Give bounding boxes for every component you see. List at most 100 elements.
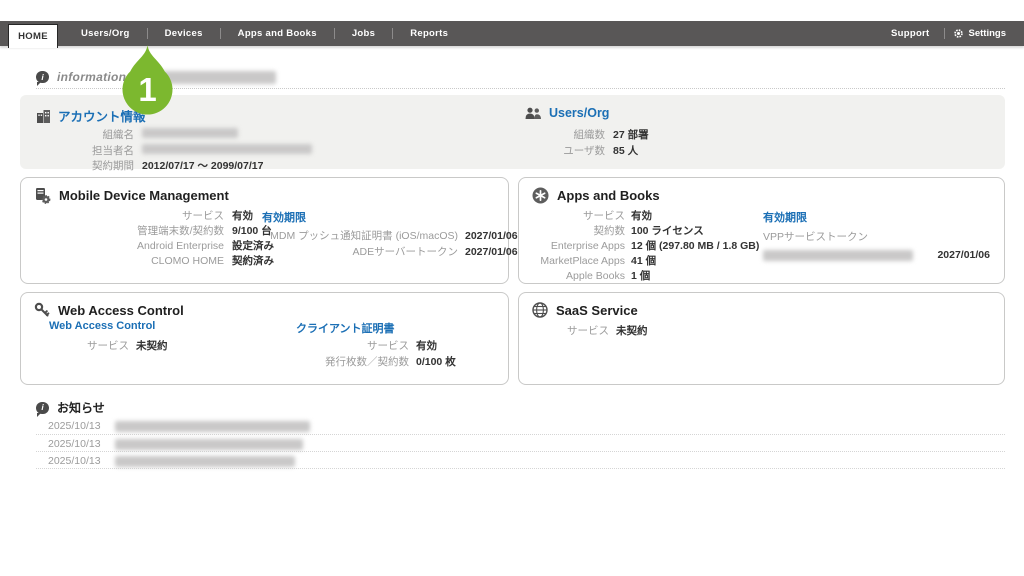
field-value: 未契約 bbox=[136, 339, 168, 355]
nav-right-group: Support Settings bbox=[877, 21, 1014, 46]
buildings-icon bbox=[36, 109, 51, 123]
wac-card-title: Web Access Control bbox=[34, 302, 184, 318]
field-value: 2012/07/17 ～ 2099/07/17 bbox=[142, 159, 312, 175]
wac-sub-link[interactable]: Web Access Control bbox=[49, 320, 155, 332]
tab-devices[interactable]: Devices bbox=[148, 21, 220, 46]
mdm-expiry-link[interactable]: 有効期限 bbox=[262, 209, 518, 225]
nav-tabs: Users/Org Devices Apps and Books Jobs Re… bbox=[64, 21, 465, 46]
field-label: サービス bbox=[533, 209, 625, 224]
settings-label: Settings bbox=[969, 28, 1006, 39]
mdm-title-text: Mobile Device Management bbox=[59, 188, 229, 203]
expiry-date: 2027/01/06 bbox=[465, 229, 518, 245]
field-value: 1 個 bbox=[631, 269, 759, 284]
tab-apps-and-books[interactable]: Apps and Books bbox=[221, 21, 334, 46]
expiry-label: ADEサーバートークン bbox=[262, 245, 458, 261]
information-title: information bbox=[57, 70, 126, 84]
field-value: 27 部署 bbox=[613, 128, 649, 144]
field-label: 契約期間 bbox=[50, 159, 134, 175]
notice-row[interactable]: 2025/10/13 bbox=[36, 435, 1005, 452]
clomo-home-page: Users/Org Devices Apps and Books Jobs Re… bbox=[0, 0, 1024, 576]
field-label: 組織数 bbox=[545, 128, 605, 144]
users-org-link[interactable]: Users/Org bbox=[525, 106, 609, 120]
field-label: サービス bbox=[533, 324, 609, 340]
tab-reports[interactable]: Reports bbox=[393, 21, 465, 46]
users-org-fields: 組織数 27 部署 ユーザ数 85 人 bbox=[545, 128, 649, 159]
step-marker-1: 1 bbox=[119, 44, 176, 123]
information-divider bbox=[36, 88, 1005, 89]
field-label: ユーザ数 bbox=[545, 144, 605, 160]
saas-title-text: SaaS Service bbox=[556, 303, 638, 318]
mdm-device-gear-icon bbox=[34, 187, 51, 204]
support-link[interactable]: Support bbox=[877, 21, 944, 46]
tab-users-org[interactable]: Users/Org bbox=[64, 21, 147, 46]
field-value: 有効 bbox=[631, 209, 759, 224]
client-cert-link[interactable]: クライアント証明書 bbox=[296, 320, 395, 336]
tab-jobs[interactable]: Jobs bbox=[335, 21, 392, 46]
saas-fields: サービス 未契約 bbox=[533, 324, 648, 340]
wac-right-fields: サービス 有効 発行枚数／契約数 0/100 枚 bbox=[296, 339, 456, 370]
mdm-card: Mobile Device Management サービス 有効 管理端末数/契… bbox=[20, 177, 509, 284]
apps-books-card-title: Apps and Books bbox=[532, 187, 660, 204]
settings-button[interactable]: Settings bbox=[945, 21, 1014, 46]
web-access-control-card: Web Access Control Web Access Control サー… bbox=[20, 292, 509, 385]
field-label: Enterprise Apps bbox=[533, 239, 625, 254]
users-icon bbox=[525, 107, 542, 120]
notice-row[interactable]: 2025/10/13 bbox=[36, 417, 1005, 435]
key-icon bbox=[34, 302, 50, 318]
notices-heading: i お知らせ bbox=[36, 399, 105, 416]
field-value-redacted bbox=[142, 128, 312, 144]
field-label: サービス bbox=[296, 339, 409, 355]
mdm-expiry-block: 有効期限 MDM プッシュ通知証明書 (iOS/macOS) 2027/01/0… bbox=[262, 209, 518, 260]
field-label: Android Enterprise bbox=[49, 239, 224, 254]
notice-date: 2025/10/13 bbox=[48, 420, 101, 432]
field-value: 85 人 bbox=[613, 144, 649, 160]
field-value: 0/100 枚 bbox=[416, 355, 456, 371]
tab-home-active[interactable]: HOME bbox=[8, 24, 58, 48]
app-store-icon bbox=[532, 187, 549, 204]
redacted-notice-text bbox=[115, 421, 310, 432]
expiry-label: MDM プッシュ通知証明書 (iOS/macOS) bbox=[262, 229, 458, 245]
field-label: CLOMO HOME bbox=[49, 254, 224, 269]
field-label: 管理端末数/契約数 bbox=[49, 224, 224, 239]
field-value: 41 個 bbox=[631, 254, 759, 269]
vpp-token-label: VPPサービストークン bbox=[763, 229, 990, 244]
wac-left-fields: サービス 未契約 bbox=[49, 339, 168, 355]
apps-books-card: Apps and Books サービス 有効 契約数 100 ライセンス Ent… bbox=[518, 177, 1005, 284]
redacted-notice-text bbox=[115, 439, 303, 450]
field-value: 有効 bbox=[416, 339, 456, 355]
field-label: 組織名 bbox=[50, 128, 134, 144]
notices-list: 2025/10/13 2025/10/13 2025/10/13 bbox=[36, 417, 1005, 469]
info-bubble-icon: i bbox=[36, 402, 49, 414]
notice-row[interactable]: 2025/10/13 bbox=[36, 452, 1005, 469]
mdm-fields: サービス 有効 管理端末数/契約数 9/100 台 Android Enterp… bbox=[49, 209, 274, 269]
redacted-notice-text bbox=[115, 456, 295, 467]
info-bubble-icon: i bbox=[36, 71, 49, 83]
notice-date: 2025/10/13 bbox=[48, 438, 101, 450]
vpp-expiry-date: 2027/01/06 bbox=[937, 249, 990, 261]
gear-icon bbox=[953, 28, 964, 39]
field-label: サービス bbox=[49, 339, 129, 355]
field-label: 担当者名 bbox=[50, 144, 134, 160]
field-value: 未契約 bbox=[616, 324, 648, 340]
field-label: 契約数 bbox=[533, 224, 625, 239]
globe-icon bbox=[532, 302, 548, 318]
top-navbar: Users/Org Devices Apps and Books Jobs Re… bbox=[0, 21, 1024, 46]
field-label: Apple Books bbox=[533, 269, 625, 284]
field-label: MarketPlace Apps bbox=[533, 254, 625, 269]
field-value: 100 ライセンス bbox=[631, 224, 759, 239]
saas-card-title: SaaS Service bbox=[532, 302, 638, 318]
users-org-title: Users/Org bbox=[549, 106, 609, 120]
marker-number: 1 bbox=[138, 71, 156, 108]
expiry-date: 2027/01/06 bbox=[465, 245, 518, 261]
apps-expiry-link[interactable]: 有効期限 bbox=[763, 209, 990, 225]
notice-date: 2025/10/13 bbox=[48, 455, 101, 467]
apps-books-title-text: Apps and Books bbox=[557, 188, 660, 203]
mdm-card-title: Mobile Device Management bbox=[34, 187, 229, 204]
apps-books-fields: サービス 有効 契約数 100 ライセンス Enterprise Apps 12… bbox=[533, 209, 759, 284]
wac-title-text: Web Access Control bbox=[58, 303, 184, 318]
redacted-vpp-token bbox=[763, 250, 913, 261]
field-value-redacted bbox=[142, 144, 312, 160]
notices-title: お知らせ bbox=[57, 399, 105, 416]
field-label: 発行枚数／契約数 bbox=[296, 355, 409, 371]
apps-expiry-block: 有効期限 VPPサービストークン 2027/01/06 bbox=[763, 209, 990, 261]
